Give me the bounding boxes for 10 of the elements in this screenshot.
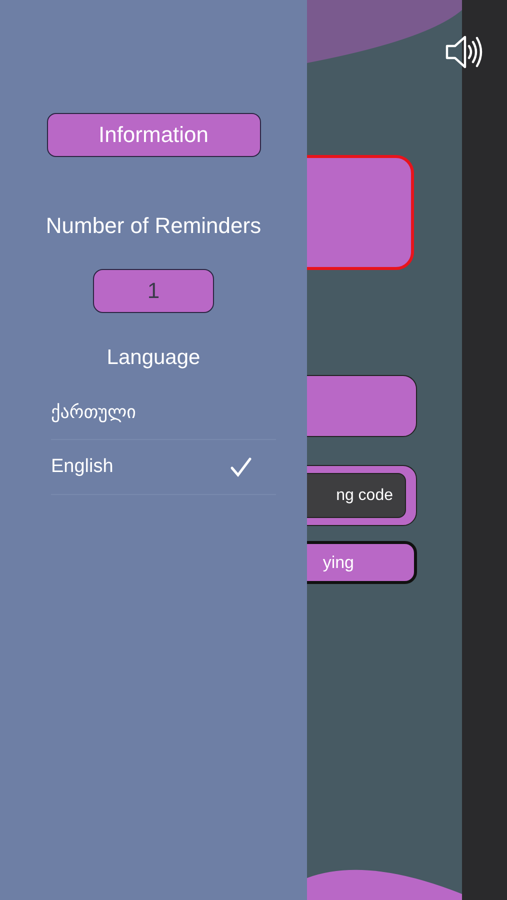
reminders-field[interactable]: 1 bbox=[93, 269, 214, 313]
information-button[interactable]: Information bbox=[46, 113, 260, 157]
action-button[interactable]: ying bbox=[307, 541, 417, 584]
reminders-title: Number of Reminders bbox=[46, 213, 262, 239]
menu-button[interactable] bbox=[307, 375, 417, 437]
language-title: Language bbox=[106, 346, 200, 370]
language-option[interactable]: ქართული bbox=[51, 402, 136, 422]
code-input[interactable]: ng code bbox=[307, 473, 406, 518]
language-option[interactable]: English bbox=[51, 456, 114, 478]
speaker-icon[interactable] bbox=[444, 33, 484, 71]
